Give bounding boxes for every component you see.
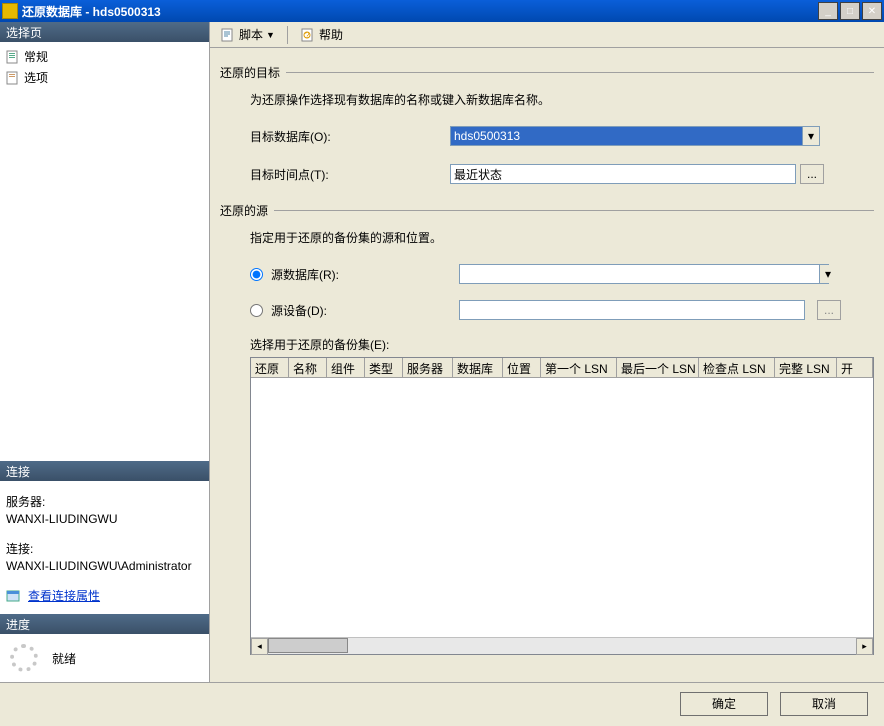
sidebar-page-general[interactable]: 常规 xyxy=(2,46,207,67)
col-type[interactable]: 类型 xyxy=(365,358,403,377)
source-db-radio[interactable] xyxy=(250,268,263,281)
col-first-lsn[interactable]: 第一个 LSN xyxy=(541,358,617,377)
col-checkpoint-lsn[interactable]: 检查点 LSN xyxy=(699,358,775,377)
app-icon xyxy=(2,3,18,19)
sidebar-page-label: 常规 xyxy=(24,48,48,65)
scroll-left-button[interactable]: ◂ xyxy=(251,638,268,655)
toolbar: 脚本 ▼ ? 帮助 xyxy=(210,22,884,48)
chevron-down-icon[interactable]: ▾ xyxy=(819,265,836,283)
target-time-field xyxy=(450,164,796,184)
grid-header: 还原 名称 组件 类型 服务器 数据库 位置 第一个 LSN 最后一个 LSN … xyxy=(251,358,873,378)
source-device-label: 源设备(D): xyxy=(271,302,459,319)
help-icon: ? xyxy=(300,27,316,43)
progress-header: 进度 xyxy=(0,614,209,634)
col-full-lsn[interactable]: 完整 LSN xyxy=(775,358,837,377)
maximize-button[interactable]: □ xyxy=(840,2,860,20)
view-connection-link[interactable]: 查看连接属性 xyxy=(28,587,100,604)
sidebar-page-options[interactable]: 选项 xyxy=(2,67,207,88)
server-value: WANXI-LIUDINGWU xyxy=(6,512,203,526)
ok-button[interactable]: 确定 xyxy=(680,692,768,716)
source-device-field xyxy=(459,300,805,320)
minimize-button[interactable]: _ xyxy=(818,2,838,20)
script-button[interactable]: 脚本 ▼ xyxy=(216,24,279,45)
connection-section: 服务器: WANXI-LIUDINGWU 连接: WANXI-LIUDINGWU… xyxy=(0,481,209,614)
help-button[interactable]: ? 帮助 xyxy=(296,24,347,45)
target-time-label: 目标时间点(T): xyxy=(250,166,450,183)
target-desc: 为还原操作选择现有数据库的名称或键入新数据库名称。 xyxy=(250,91,874,108)
close-button[interactable]: ✕ xyxy=(862,2,882,20)
target-heading: 还原的目标 xyxy=(220,64,874,81)
source-db-label: 源数据库(R): xyxy=(271,266,459,283)
script-label: 脚本 xyxy=(239,26,263,43)
col-component[interactable]: 组件 xyxy=(327,358,365,377)
chevron-down-icon[interactable]: ▾ xyxy=(802,127,819,145)
source-db-combo[interactable] xyxy=(459,264,829,284)
progress-status: 就绪 xyxy=(52,650,76,667)
progress-spinner-icon xyxy=(10,644,38,672)
page-icon xyxy=(6,50,20,64)
source-desc: 指定用于还原的备份集的源和位置。 xyxy=(250,229,874,246)
source-device-browse-button[interactable]: ... xyxy=(817,300,841,320)
source-device-radio[interactable] xyxy=(250,304,263,317)
scroll-thumb[interactable] xyxy=(268,638,348,653)
dialog-button-bar: 确定 取消 xyxy=(0,682,884,724)
backup-sets-label: 选择用于还原的备份集(E): xyxy=(250,336,874,353)
script-icon xyxy=(220,27,236,43)
chevron-down-icon: ▼ xyxy=(266,30,275,40)
source-heading: 还原的源 xyxy=(220,202,874,219)
col-restore[interactable]: 还原 xyxy=(251,358,289,377)
sidebar: 选择页 常规 选项 连接 服务器: WANXI-LIUDINGWU 连接: WA… xyxy=(0,22,210,682)
target-db-label: 目标数据库(O): xyxy=(250,128,450,145)
col-name[interactable]: 名称 xyxy=(289,358,327,377)
window-title: 还原数据库 - hds0500313 xyxy=(22,3,818,20)
connection-label: 连接: xyxy=(6,540,203,557)
connection-value: WANXI-LIUDINGWU\Administrator xyxy=(6,559,203,573)
target-db-combo[interactable] xyxy=(450,126,820,146)
page-icon xyxy=(6,71,20,85)
help-label: 帮助 xyxy=(319,26,343,43)
select-page-header: 选择页 xyxy=(0,22,209,42)
connection-header: 连接 xyxy=(0,461,209,481)
col-position[interactable]: 位置 xyxy=(503,358,541,377)
toolbar-separator xyxy=(287,26,288,44)
properties-icon xyxy=(6,588,22,604)
main-panel: 脚本 ▼ ? 帮助 还原的目标 为还原操作选择现有数据库的名称或键入新数据库名称… xyxy=(210,22,884,682)
svg-text:?: ? xyxy=(305,31,310,40)
cancel-button[interactable]: 取消 xyxy=(780,692,868,716)
sidebar-page-label: 选项 xyxy=(24,69,48,86)
grid-body xyxy=(251,378,873,634)
target-time-browse-button[interactable]: ... xyxy=(800,164,824,184)
title-bar: 还原数据库 - hds0500313 _ □ ✕ xyxy=(0,0,884,22)
col-server[interactable]: 服务器 xyxy=(403,358,453,377)
server-label: 服务器: xyxy=(6,493,203,510)
col-last-lsn[interactable]: 最后一个 LSN xyxy=(617,358,699,377)
col-database[interactable]: 数据库 xyxy=(453,358,503,377)
horizontal-scrollbar[interactable]: ◂ ▸ xyxy=(251,637,873,654)
backup-sets-grid[interactable]: 还原 名称 组件 类型 服务器 数据库 位置 第一个 LSN 最后一个 LSN … xyxy=(250,357,874,655)
scroll-right-button[interactable]: ▸ xyxy=(856,638,873,655)
col-start[interactable]: 开 xyxy=(837,358,873,377)
